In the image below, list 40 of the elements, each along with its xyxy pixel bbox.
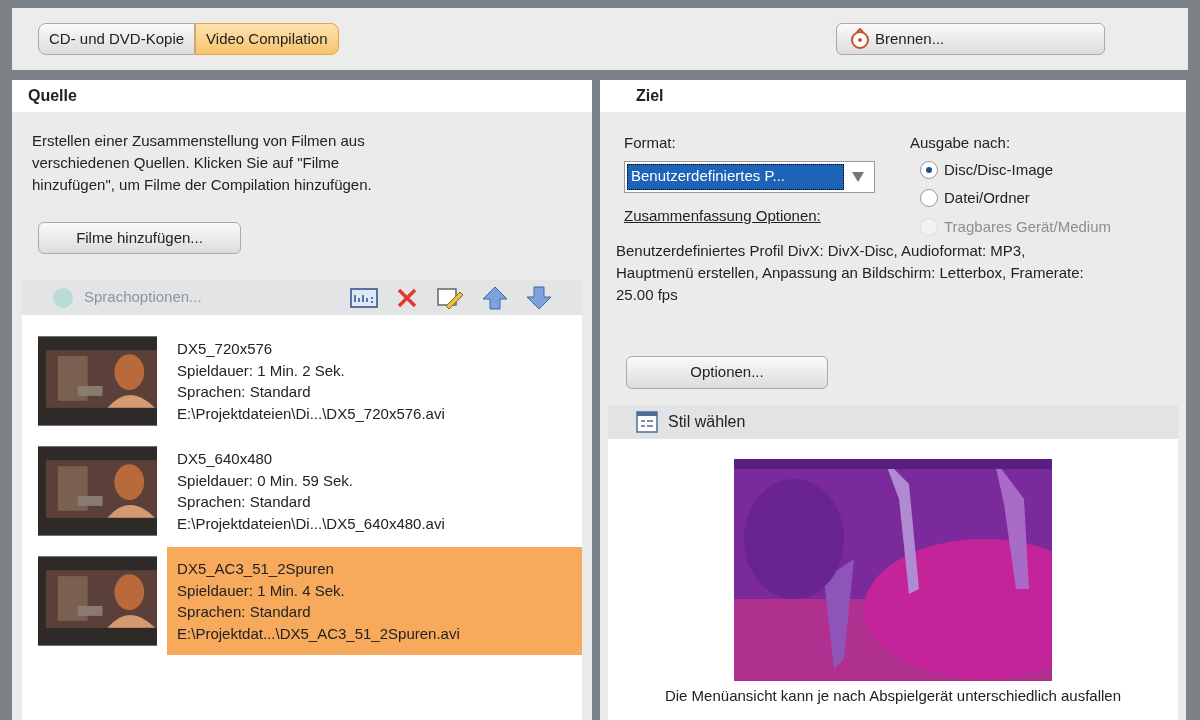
arrow-down-icon[interactable] [526,285,552,310]
panel-title: Quelle [28,86,77,106]
tab[interactable]: CD- und DVD-Kopie [38,23,196,55]
movie-detail: DX5_720x576 [177,339,274,359]
burn-button[interactable]: Brennen... [836,23,1105,55]
movie-detail: E:\Projektdat...\DX5_AC3_51_2Spuren.avi [177,623,461,644]
movie-detail: Spieldauer: 1 Min. 2 Sek. [177,360,346,381]
tab[interactable]: Video Compilation [195,23,339,55]
options-button[interactable]: Optionen... [626,356,828,389]
radio-button[interactable] [920,160,938,179]
radio-button[interactable] [920,189,938,208]
output-label: Ausgabe nach: [910,133,1012,153]
radio-label: Datei/Ordner [944,188,1030,208]
movie-detail: DX5_640x480 [177,449,274,469]
list-window-icon [636,411,658,433]
delete-icon[interactable] [396,286,418,309]
section-title: Stil wählen [668,412,746,432]
add-movies-button[interactable]: Filme hinzufügen... [38,222,241,254]
movie-detail: E:\Projektdateien\Di...\DX5_640x480.avi [177,513,446,534]
panel-title: Ziel [636,86,664,106]
movie-detail: Sprachen: Standard [177,492,312,512]
summary-label: Zusammenfassung Optionen: [624,205,822,226]
movie-detail: E:\Projektdateien\Di...\DX5_720x576.avi [177,403,446,424]
movie-detail: Spieldauer: 1 Min. 4 Sek. [177,580,346,601]
format-dropdown[interactable]: Benutzerdefiniertes P... [624,160,875,193]
movie-detail: Sprachen: Standard [177,382,312,402]
note-text: Die Menüansicht kann je nach Abspielgerät unterschiedlich ausfallen [664,686,1122,706]
movie-entry[interactable]: DX5_AC3_51_2Spuren Spieldauer: 1 Min. 4 Sek. Sprachen: Standard E:\Projektdat...\DX5_AC3_51_2Spuren.avi [167,547,582,655]
summary-text: Benutzerdefiniertes Profil DivX: DivX-Disc, Audioformat: MP3, Hauptmenü erstellen, Anpassung an Bildschirm: Letterbox, Framerate: 25.00 fps [615,241,1085,305]
description-text: Erstellen einer Zusammenstellung von Filmen aus verschiedenen Quellen. Klicken Sie auf "Filme hinzufügen", um Filme der Compilation hinzufügen. [31,131,373,195]
movie-detail: Sprachen: Standard [177,602,312,622]
edit-icon[interactable] [436,285,464,310]
arrow-up-icon[interactable] [482,285,508,310]
dropdown-arrow-icon [852,171,864,182]
radio-label: Disc/Disc-Image [944,159,1054,180]
disc-icon [849,28,871,50]
format-label: Format: [624,133,677,153]
radio-label: Tragbares Gerät/Medium [944,216,1111,237]
movie-detail: Spieldauer: 0 Min. 59 Sek. [177,470,355,491]
movie-detail: DX5_AC3_51_2Spuren [177,559,335,579]
